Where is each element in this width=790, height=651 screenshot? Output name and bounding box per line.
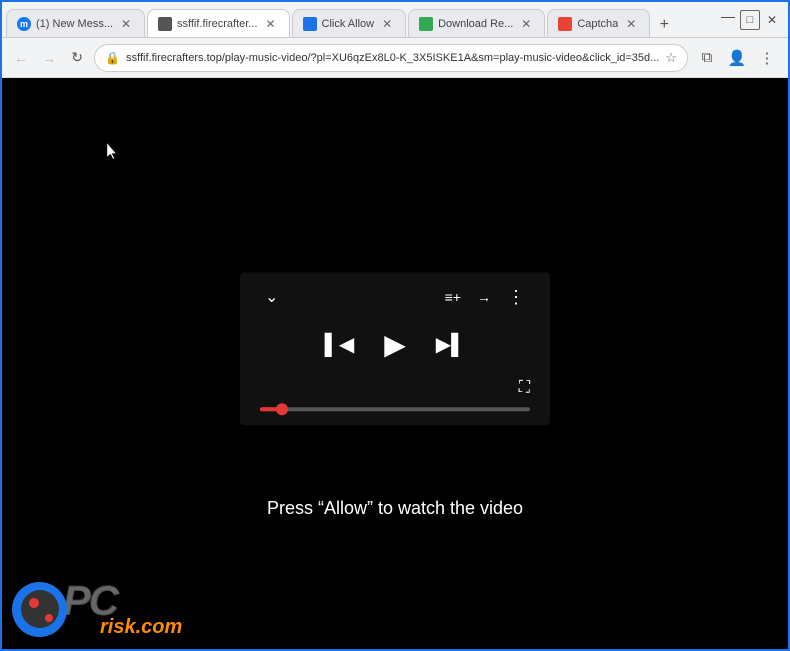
favicon-click-allow	[303, 17, 317, 31]
pcrisk-text: PC risk.com	[62, 579, 182, 639]
menu-icon[interactable]: ⋮	[754, 45, 780, 71]
more-options-icon[interactable]: ⋮	[507, 287, 525, 308]
title-bar: m (1) New Mess... ✕ ssffif.firecrafter..…	[2, 2, 788, 38]
address-text: ssffif.firecrafters.top/play-music-video…	[126, 52, 659, 64]
address-icons: ☆	[665, 50, 677, 66]
progress-bar[interactable]	[260, 407, 530, 411]
tab-close-click-allow[interactable]: ✕	[379, 17, 395, 31]
play-button[interactable]: ▶	[384, 328, 406, 361]
progress-fill	[260, 407, 282, 411]
player-top-controls: ⌄ ≡+ → ⋮	[260, 287, 530, 308]
next-track-icon[interactable]: ▶▌	[436, 332, 466, 357]
tabs-area: m (1) New Mess... ✕ ssffif.firecrafter..…	[2, 2, 718, 37]
profile-icon[interactable]: 👤	[724, 45, 750, 71]
tab-label-download: Download Re...	[438, 18, 513, 30]
close-button[interactable]: ✕	[762, 10, 782, 30]
address-bar: ← → ↻ 🔒 ssffif.firecrafters.top/play-mus…	[2, 38, 788, 78]
tab-download[interactable]: Download Re... ✕	[408, 9, 545, 37]
favicon-messenger: m	[17, 17, 31, 31]
star-icon[interactable]: ☆	[665, 50, 677, 66]
tab-close-captcha[interactable]: ✕	[623, 17, 639, 31]
mouse-cursor	[107, 143, 119, 161]
extensions-icon[interactable]: ⧉	[694, 45, 720, 71]
tab-label-ssffif: ssffif.firecrafter...	[177, 18, 258, 30]
pcrisk-dot-1	[29, 598, 39, 608]
caption-text: Press “Allow” to watch the video	[267, 498, 523, 519]
tab-messenger[interactable]: m (1) New Mess... ✕	[6, 9, 145, 37]
toolbar-right: ⧉ 👤 ⋮	[694, 45, 780, 71]
favicon-ssffif	[158, 17, 172, 31]
window-controls: — □ ✕	[718, 2, 788, 37]
tab-click-allow[interactable]: Click Allow ✕	[292, 9, 407, 37]
tab-close-download[interactable]: ✕	[518, 17, 534, 31]
tab-label-messenger: (1) New Mess...	[36, 18, 113, 30]
maximize-button[interactable]: □	[740, 10, 760, 30]
page-content: ⌄ ≡+ → ⋮ ▌◀ ▶ ▶▌ ⛶	[2, 78, 788, 649]
lock-icon: 🔒	[105, 51, 120, 65]
tab-ssffif[interactable]: ssffif.firecrafter... ✕	[147, 9, 290, 37]
queue-icon[interactable]: ≡+	[445, 289, 461, 305]
fullscreen-icon[interactable]: ⛶	[519, 379, 530, 397]
pcrisk-logo: PC risk.com	[12, 579, 182, 639]
pcrisk-pc-text: PC	[62, 579, 182, 621]
pcrisk-icon	[12, 582, 67, 637]
pcrisk-icon-inner	[21, 590, 59, 628]
favicon-download	[419, 17, 433, 31]
progress-dot	[276, 403, 288, 415]
tab-close-messenger[interactable]: ✕	[118, 17, 134, 31]
minimize-button[interactable]: —	[718, 10, 738, 30]
player-ctrl-right: ≡+ → ⋮	[445, 287, 525, 308]
previous-track-icon[interactable]: ▌◀	[325, 332, 355, 357]
player-body: ⌄ ≡+ → ⋮ ▌◀ ▶ ▶▌ ⛶	[240, 272, 550, 425]
pcrisk-dot-2	[45, 614, 53, 622]
chevron-down-icon[interactable]: ⌄	[265, 287, 278, 307]
pcrisk-risk-text: risk.com	[100, 616, 182, 639]
share-icon[interactable]: →	[477, 289, 491, 305]
tab-label-click-allow: Click Allow	[322, 18, 375, 30]
refresh-button[interactable]: ↻	[66, 45, 88, 71]
player-main-controls: ▌◀ ▶ ▶▌	[260, 328, 530, 361]
new-tab-button[interactable]: +	[652, 13, 676, 37]
browser-frame: m (1) New Mess... ✕ ssffif.firecrafter..…	[0, 0, 790, 651]
address-input[interactable]: 🔒 ssffif.firecrafters.top/play-music-vid…	[94, 44, 688, 72]
video-player: ⌄ ≡+ → ⋮ ▌◀ ▶ ▶▌ ⛶	[240, 272, 550, 425]
forward-button[interactable]: →	[38, 45, 60, 71]
favicon-captcha	[558, 17, 572, 31]
back-button[interactable]: ←	[10, 45, 32, 71]
tab-close-ssffif[interactable]: ✕	[263, 17, 279, 31]
tab-captcha[interactable]: Captcha ✕	[547, 9, 650, 37]
player-bottom-controls: ⛶	[260, 379, 530, 397]
tab-label-captcha: Captcha	[577, 18, 618, 30]
